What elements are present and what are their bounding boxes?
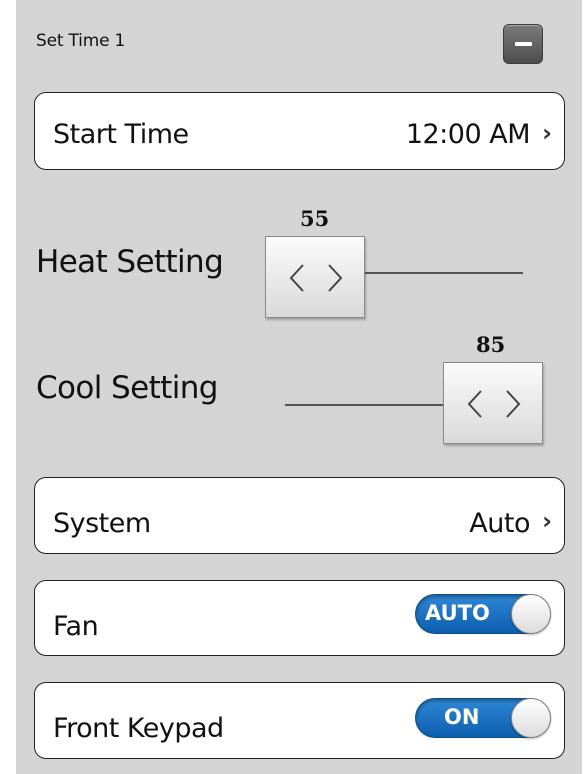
minus-icon: [515, 42, 532, 46]
fan-toggle-text: AUTO: [425, 601, 490, 625]
start-time-label: Start Time: [53, 119, 189, 150]
start-time-row[interactable]: Start Time 12:00 AM ›: [34, 92, 565, 170]
toggle-knob: [511, 594, 551, 634]
cool-slider-track[interactable]: [285, 404, 445, 406]
chevron-right-icon: ›: [542, 507, 552, 535]
toggle-knob: [511, 698, 551, 738]
fan-label: Fan: [53, 611, 99, 642]
start-time-value: 12:00 AM: [405, 119, 531, 150]
system-label: System: [53, 508, 151, 539]
set-time-panel: Set Time 1 Start Time 12:00 AM › Heat Se…: [16, 0, 582, 774]
section-title: Set Time 1: [36, 31, 126, 51]
collapse-button[interactable]: [503, 24, 543, 64]
cool-setting-value: 85: [476, 332, 506, 357]
heat-slider-thumb[interactable]: [265, 236, 365, 318]
front-keypad-row: Front Keypad ON: [34, 682, 565, 759]
heat-setting-value: 55: [300, 206, 330, 231]
heat-setting-label: Heat Setting: [36, 244, 224, 280]
drag-arrows-icon: [467, 390, 521, 418]
front-keypad-label: Front Keypad: [53, 713, 224, 744]
cool-setting-label: Cool Setting: [36, 370, 218, 406]
heat-slider-track[interactable]: [365, 272, 523, 274]
drag-arrows-icon: [289, 264, 343, 292]
cool-slider-thumb[interactable]: [443, 362, 543, 444]
system-row[interactable]: System Auto ›: [34, 477, 565, 554]
fan-toggle[interactable]: AUTO: [415, 594, 551, 634]
fan-row: Fan AUTO: [34, 580, 565, 656]
front-keypad-toggle[interactable]: ON: [415, 698, 551, 738]
system-value: Auto: [469, 508, 530, 539]
chevron-right-icon: ›: [542, 119, 552, 147]
front-keypad-toggle-text: ON: [444, 705, 480, 729]
